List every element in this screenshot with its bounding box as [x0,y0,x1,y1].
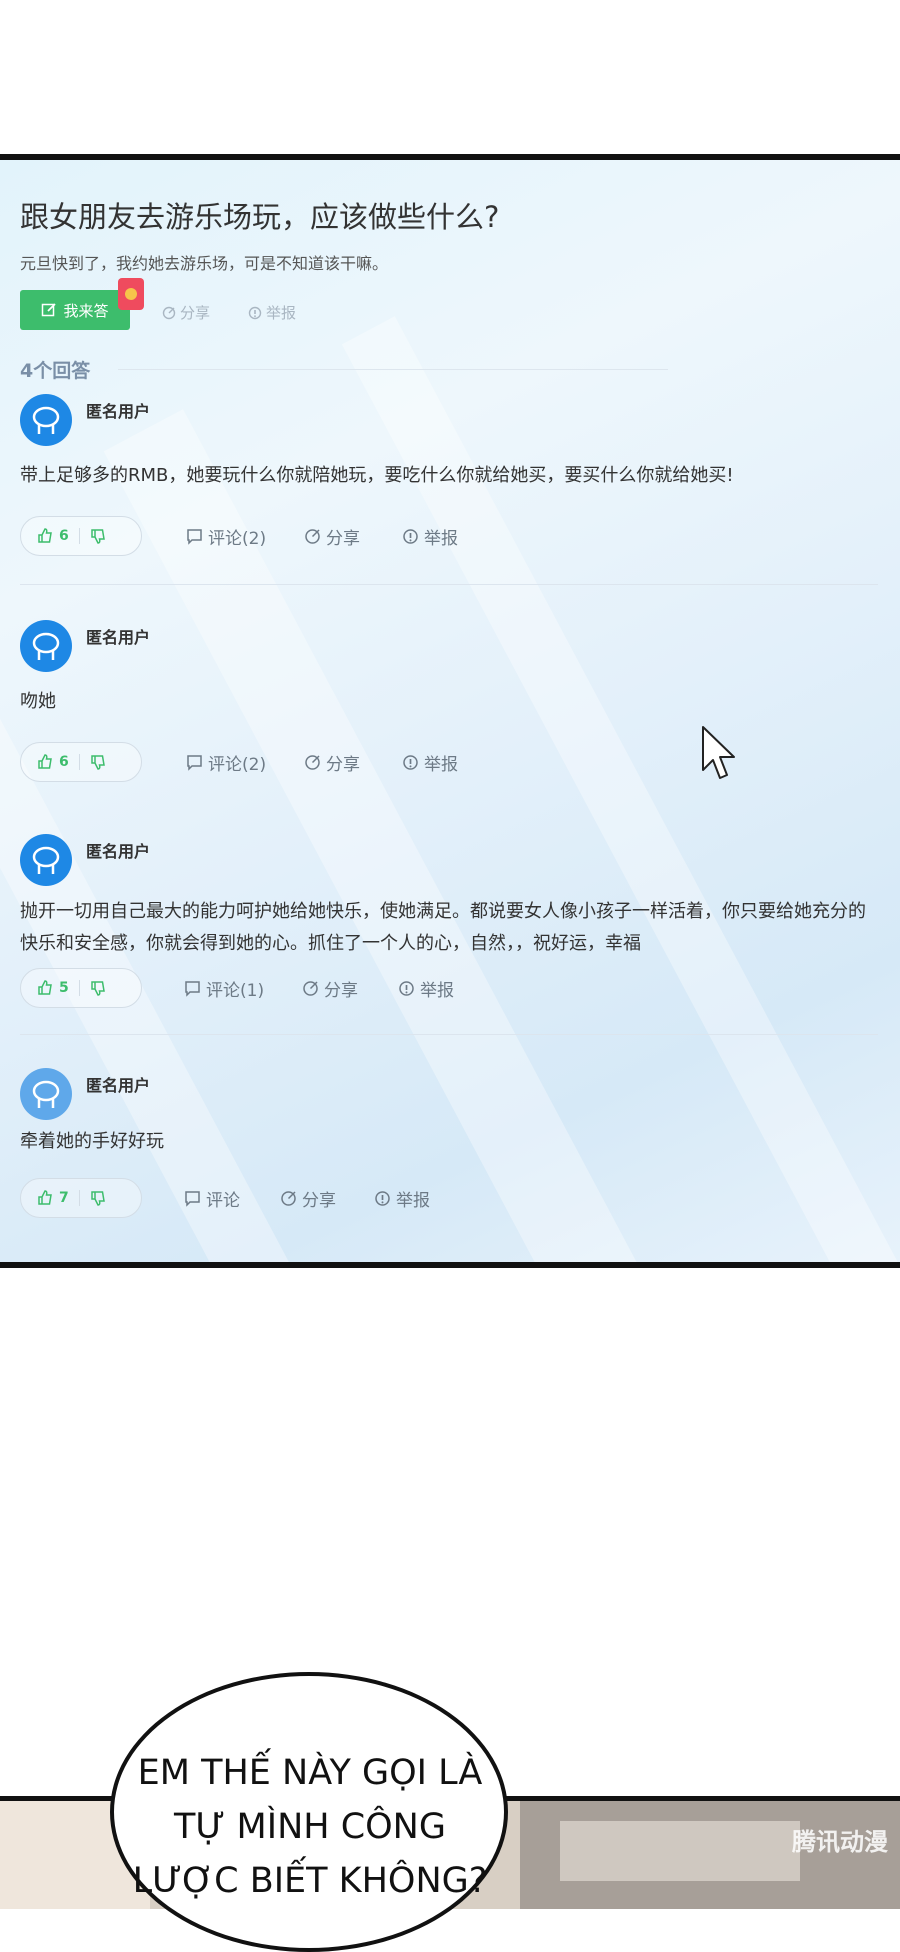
thumbs-down-button[interactable] [90,980,106,996]
share-button[interactable]: 分享 [302,976,358,1001]
vote-box: 5 [20,968,142,1008]
report-label: 举报 [424,755,458,775]
user-name: 匿名用户 [86,402,151,421]
user-name: 匿名用户 [86,1076,151,1095]
question-report-label: 举报 [266,304,297,322]
thumbs-down-icon [91,1191,105,1206]
thumbs-up-icon[interactable] [37,754,53,770]
report-icon [399,981,414,996]
like-count: 5 [59,980,69,996]
answer-text: 牵着她的手好好玩 [20,1131,164,1152]
share-button[interactable]: 分享 [304,524,360,549]
report-label: 举报 [424,529,458,549]
vote-separator [78,980,80,996]
report-button[interactable]: 举报 [402,524,458,549]
comment-label: 评论 [206,1191,240,1211]
comment-button[interactable]: 评论(2) [186,524,266,549]
anonymous-avatar-icon [32,406,60,434]
avatar [20,834,72,886]
vote-box: 7 [20,1178,142,1218]
report-icon [403,755,418,770]
like-count: 6 [59,754,69,770]
comment-icon [187,755,202,771]
report-label: 举报 [396,1191,430,1211]
vote-separator [78,754,80,770]
comic-building-detail [560,1821,800,1881]
share-icon [303,981,318,996]
thumbs-down-button[interactable] [90,754,106,770]
thumbs-down-icon [91,981,105,996]
report-icon [403,529,418,544]
anonymous-avatar-icon [32,632,60,660]
anonymous-avatar-icon [32,1080,60,1108]
report-button[interactable]: 举报 [374,1186,430,1211]
report-icon [375,1191,390,1206]
share-label: 分享 [326,529,360,549]
thumbs-up-icon[interactable] [37,528,53,544]
answer-button[interactable]: 我来答 [20,290,130,330]
edit-icon [42,303,57,317]
question-title: 跟女朋友去游乐场玩，应该做些什么? [20,200,500,234]
share-icon [305,529,320,544]
report-button[interactable]: 举报 [402,750,458,775]
comment-icon [187,529,202,545]
comment-button[interactable]: 评论(1) [184,976,264,1001]
like-count: 6 [59,528,69,544]
red-packet-icon [118,278,144,310]
avatar [20,394,72,446]
answer-divider [20,584,878,585]
answer-text: 带上足够多的RMB，她要玩什么你就陪她玩，要吃什么你就给她买，要买什么你就给她买… [20,465,734,486]
mouse-cursor-icon [700,724,740,788]
comment-icon [185,981,200,997]
count-divider [118,369,668,370]
report-label: 举报 [420,981,454,1001]
thumbs-down-icon [91,529,105,544]
comment-button[interactable]: 评论(2) [186,750,266,775]
thumbs-up-icon[interactable] [37,980,53,996]
answer-count: 4个回答 [20,360,91,382]
thumbs-down-button[interactable] [90,1190,106,1206]
avatar [20,1068,72,1120]
comment-label: 评论(2) [208,755,267,775]
answer-text: 抛开一切用自己最大的能力呵护她给她快乐，使她满足。都说要女人像小孩子一样活着，你… [20,901,866,954]
share-label: 分享 [302,1191,336,1211]
share-button[interactable]: 分享 [304,750,360,775]
report-button[interactable]: 举报 [398,976,454,1001]
share-label: 分享 [326,755,360,775]
answer-text: 吻她 [20,691,56,712]
comment-icon [185,1191,200,1207]
share-icon [305,755,320,770]
question-share-button[interactable]: 分享 [162,302,210,323]
user-name: 匿名用户 [86,628,151,647]
user-name: 匿名用户 [86,842,151,861]
comment-button[interactable]: 评论 [184,1186,240,1211]
answer-button-label: 我来答 [63,301,109,320]
thumbs-down-button[interactable] [90,528,106,544]
vote-separator [78,1190,80,1206]
share-icon [162,306,176,319]
question-report-button[interactable]: 举报 [248,302,296,323]
share-icon [281,1191,296,1206]
question-share-label: 分享 [180,304,211,322]
qa-page-screenshot: 跟女朋友去游乐场玩，应该做些什么? 元旦快到了，我约她去游乐场，可是不知道该干嘛… [0,154,900,1268]
vote-box: 6 [20,516,142,556]
report-icon [248,306,262,319]
answer-divider [20,1034,878,1035]
speech-bubble-text: EM THẾ NÀY GỌI LÀ TỰ MÌNH CÔNG LƯỢC BIẾT… [132,1753,488,1901]
anonymous-avatar-icon [32,846,60,874]
share-label: 分享 [324,981,358,1001]
comment-label: 评论(1) [206,981,265,1001]
like-count: 7 [59,1190,69,1206]
thumbs-up-icon[interactable] [37,1190,53,1206]
avatar [20,620,72,672]
thumbs-down-icon [91,755,105,770]
comment-label: 评论(2) [208,529,267,549]
share-button[interactable]: 分享 [280,1186,336,1211]
vote-separator [78,528,80,544]
publisher-watermark: 腾讯动漫 [792,1828,888,1856]
vote-box: 6 [20,742,142,782]
question-description: 元旦快到了，我约她去游乐场，可是不知道该干嘛。 [20,254,389,273]
